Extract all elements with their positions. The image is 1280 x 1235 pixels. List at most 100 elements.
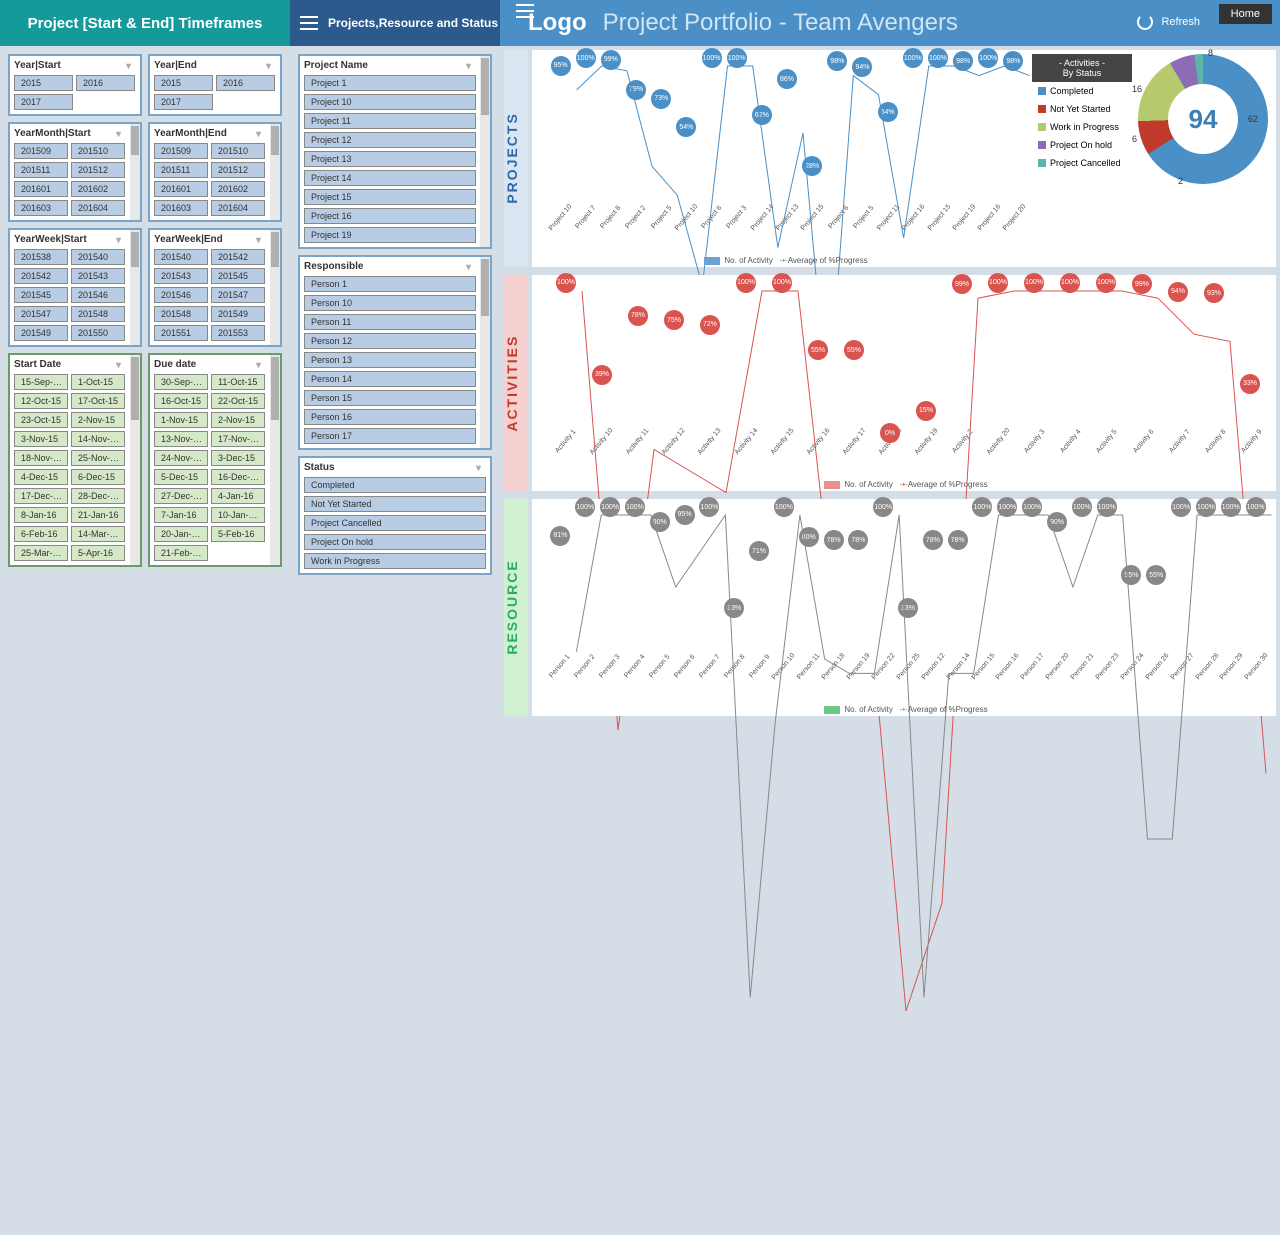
filter-icon[interactable]: ▾ <box>266 61 276 71</box>
slicer-item[interactable]: 1-Oct-15 <box>71 374 125 390</box>
slicer-item[interactable]: 8-Jan-16 <box>14 507 68 523</box>
slicer-item[interactable]: 2015 <box>154 75 213 91</box>
filter-icon[interactable]: ▾ <box>476 463 486 473</box>
filter-icon[interactable]: ▾ <box>116 235 126 245</box>
slicer-item[interactable]: 11-Oct-15 <box>211 374 265 390</box>
slicer-item[interactable]: 5-Dec-15 <box>154 469 208 485</box>
slicer-item[interactable]: 2015 <box>14 75 73 91</box>
slicer-item[interactable]: 2016 <box>76 75 135 91</box>
slicer-item[interactable]: 201551 <box>154 325 208 341</box>
slicer-item[interactable]: Person 1 <box>304 276 476 292</box>
slicer-item[interactable]: 25-Nov-… <box>71 450 125 466</box>
slicer-item[interactable]: Person 11 <box>304 314 476 330</box>
slicer-item[interactable]: 25-Mar-… <box>14 545 68 561</box>
slicer-item[interactable]: 2017 <box>154 94 213 110</box>
slicer-item[interactable]: 30-Sep-… <box>154 374 208 390</box>
scrollbar[interactable] <box>130 355 140 565</box>
slicer-item[interactable]: Person 17 <box>304 428 476 444</box>
slicer-item[interactable]: 2-Nov-15 <box>211 412 265 428</box>
slicer-item[interactable]: 12-Oct-15 <box>14 393 68 409</box>
slicer-item[interactable]: 14-Nov-… <box>71 431 125 447</box>
slicer-item[interactable]: 18-Nov-… <box>14 450 68 466</box>
slicer-item[interactable]: 13-Nov-… <box>154 431 208 447</box>
slicer-item[interactable]: 4-Jan-16 <box>211 488 265 504</box>
slicer-item[interactable]: Project 14 <box>304 170 476 186</box>
slicer-item[interactable]: 201547 <box>14 306 68 322</box>
slicer-item[interactable]: 201603 <box>14 200 68 216</box>
slicer-item[interactable]: Project 19 <box>304 227 476 243</box>
slicer-item[interactable]: 201543 <box>71 268 125 284</box>
slicer-item[interactable]: 22-Oct-15 <box>211 393 265 409</box>
slicer-item[interactable]: 2017 <box>14 94 73 110</box>
slicer-item[interactable]: Project 10 <box>304 94 476 110</box>
slicer-item[interactable]: 2016 <box>216 75 275 91</box>
slicer-item[interactable]: Person 10 <box>304 295 476 311</box>
slicer-item[interactable]: 1-Nov-15 <box>154 412 208 428</box>
slicer-item[interactable]: 3-Dec-15 <box>211 450 265 466</box>
slicer-item[interactable]: Completed <box>304 477 486 493</box>
hamburger-icon[interactable] <box>300 16 318 30</box>
slicer-item[interactable]: 10-Jan-… <box>211 507 265 523</box>
slicer-item[interactable]: 6-Dec-15 <box>71 469 125 485</box>
slicer-item[interactable]: 21-Jan-16 <box>71 507 125 523</box>
slicer-item[interactable]: 201604 <box>71 200 125 216</box>
slicer-item[interactable]: 5-Feb-16 <box>211 526 265 542</box>
slicer-item[interactable]: 201546 <box>71 287 125 303</box>
filter-icon[interactable]: ▾ <box>466 61 476 71</box>
filter-icon[interactable]: ▾ <box>256 360 266 370</box>
slicer-item[interactable]: Person 12 <box>304 333 476 349</box>
slicer-item[interactable]: Project 11 <box>304 113 476 129</box>
filter-icon[interactable]: ▾ <box>256 129 266 139</box>
slicer-item[interactable]: Project Cancelled <box>304 515 486 531</box>
slicer-item[interactable]: Project 12 <box>304 132 476 148</box>
slicer-item[interactable]: 201602 <box>71 181 125 197</box>
slicer-item[interactable]: 201548 <box>71 306 125 322</box>
slicer-item[interactable]: 201546 <box>154 287 208 303</box>
slicer-item[interactable]: 27-Dec-… <box>154 488 208 504</box>
slicer-item[interactable]: Project 1 <box>304 75 476 91</box>
slicer-item[interactable]: 201553 <box>211 325 265 341</box>
refresh-button[interactable]: Refresh <box>1137 14 1200 30</box>
slicer-item[interactable]: 23-Oct-15 <box>14 412 68 428</box>
slicer-item[interactable]: Project 13 <box>304 151 476 167</box>
slicer-item[interactable]: 201601 <box>14 181 68 197</box>
scrollbar[interactable] <box>270 230 280 345</box>
filter-icon[interactable]: ▾ <box>116 360 126 370</box>
slicer-item[interactable]: 201604 <box>211 200 265 216</box>
slicer-item[interactable]: 201548 <box>154 306 208 322</box>
slicer-item[interactable]: 201540 <box>154 249 208 265</box>
slicer-item[interactable]: 6-Feb-16 <box>14 526 68 542</box>
slicer-item[interactable]: 14-Mar-… <box>71 526 125 542</box>
slicer-item[interactable]: 201511 <box>154 162 208 178</box>
slicer-item[interactable]: 201540 <box>71 249 125 265</box>
slicer-item[interactable]: 201510 <box>211 143 265 159</box>
scrollbar[interactable] <box>130 230 140 345</box>
slicer-item[interactable]: 201550 <box>71 325 125 341</box>
slicer-item[interactable]: 28-Dec-… <box>71 488 125 504</box>
slicer-item[interactable]: 4-Dec-15 <box>14 469 68 485</box>
slicer-item[interactable]: Person 16 <box>304 409 476 425</box>
slicer-item[interactable]: 2-Nov-15 <box>71 412 125 428</box>
scrollbar[interactable] <box>480 56 490 247</box>
slicer-item[interactable]: 201512 <box>71 162 125 178</box>
slicer-item[interactable]: 201601 <box>154 181 208 197</box>
slicer-item[interactable]: 201509 <box>14 143 68 159</box>
slicer-item[interactable]: Project 15 <box>304 189 476 205</box>
slicer-item[interactable]: 20-Jan-… <box>154 526 208 542</box>
filter-icon[interactable]: ▾ <box>466 262 476 272</box>
slicer-item[interactable]: 201545 <box>14 287 68 303</box>
filter-icon[interactable]: ▾ <box>256 235 266 245</box>
slicer-item[interactable]: Work in Progress <box>304 553 486 569</box>
scrollbar[interactable] <box>130 124 140 220</box>
slicer-item[interactable]: 201549 <box>211 306 265 322</box>
filter-icon[interactable]: ▾ <box>126 61 136 71</box>
slicer-item[interactable]: 3-Nov-15 <box>14 431 68 447</box>
slicer-item[interactable]: 17-Dec-… <box>14 488 68 504</box>
slicer-item[interactable]: Person 15 <box>304 390 476 406</box>
slicer-item[interactable]: 201509 <box>154 143 208 159</box>
slicer-item[interactable]: 201603 <box>154 200 208 216</box>
slicer-item[interactable]: Person 13 <box>304 352 476 368</box>
slicer-item[interactable]: 201547 <box>211 287 265 303</box>
slicer-item[interactable]: 201602 <box>211 181 265 197</box>
slicer-item[interactable]: 24-Nov-… <box>154 450 208 466</box>
